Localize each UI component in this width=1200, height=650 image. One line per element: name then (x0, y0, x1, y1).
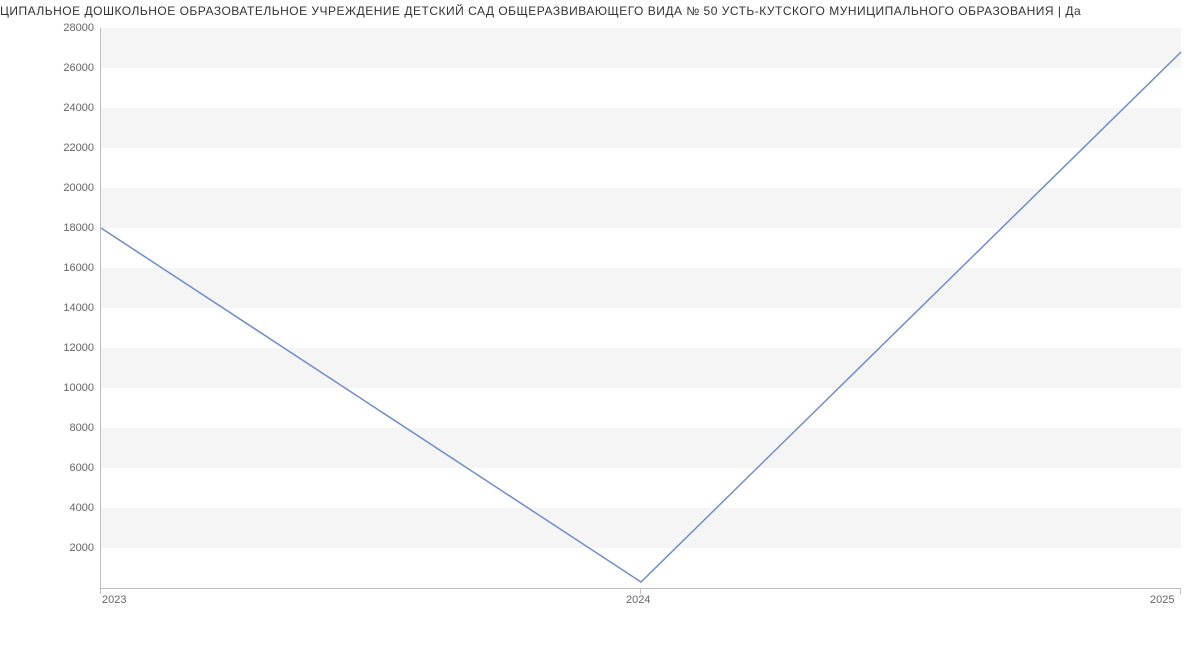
y-tick-label: 20000 (44, 182, 94, 194)
x-tick-label: 2023 (102, 594, 126, 606)
x-tick-label: 2025 (1150, 594, 1174, 606)
y-tick-label: 18000 (44, 222, 94, 234)
line-series (101, 28, 1181, 588)
y-tick-label: 28000 (44, 22, 94, 34)
y-tick-label: 14000 (44, 302, 94, 314)
y-tick-label: 6000 (44, 462, 94, 474)
y-tick-label: 24000 (44, 102, 94, 114)
y-tick-label: 12000 (44, 342, 94, 354)
chart-title: ЦИПАЛЬНОЕ ДОШКОЛЬНОЕ ОБРАЗОВАТЕЛЬНОЕ УЧР… (0, 4, 1200, 18)
y-tick-label: 4000 (44, 502, 94, 514)
x-tick-label: 2024 (626, 594, 650, 606)
y-tick-label: 22000 (44, 142, 94, 154)
plot-area (100, 28, 1181, 589)
chart-area: 2000400060008000100001200014000160001800… (60, 28, 1180, 608)
y-tick-label: 8000 (44, 422, 94, 434)
x-tick (100, 588, 101, 594)
y-tick-label: 26000 (44, 62, 94, 74)
y-tick-label: 16000 (44, 262, 94, 274)
x-tick (1180, 588, 1181, 594)
y-tick-label: 10000 (44, 382, 94, 394)
y-tick-label: 2000 (44, 542, 94, 554)
